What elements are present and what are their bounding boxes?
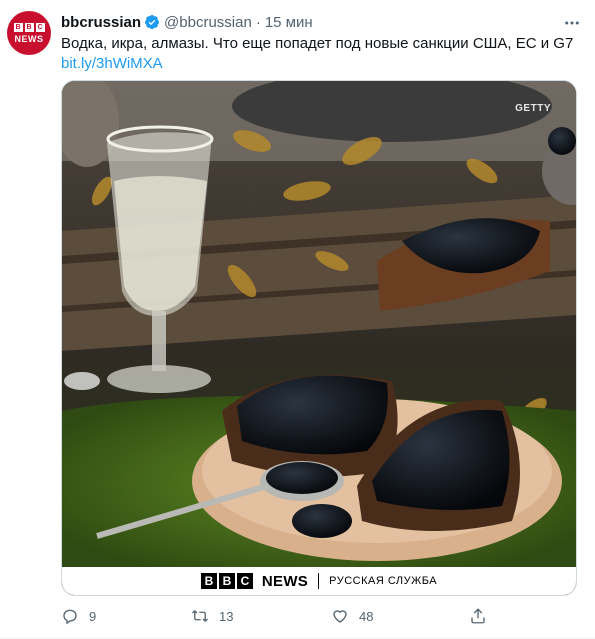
logo-letter: B	[24, 22, 34, 32]
banner-divider	[318, 573, 320, 589]
tweet-body: Водка, икра, алмазы. Что еще попадет под…	[61, 35, 574, 52]
like-button[interactable]: 48	[331, 607, 373, 625]
tweet-actions: 9 13 48	[61, 606, 501, 626]
reply-icon	[63, 609, 77, 625]
bbc-news-banner: B B C NEWS РУССКАЯ СЛУЖБА	[62, 567, 576, 595]
logo-news-word: NEWS	[14, 33, 44, 44]
share-icon	[471, 608, 485, 624]
heart-icon	[333, 610, 347, 623]
share-button[interactable]	[469, 607, 487, 625]
like-count: 48	[359, 608, 374, 624]
logo-letter: C	[236, 573, 253, 589]
logo-letter: B	[13, 22, 23, 32]
retweet-icon	[192, 610, 208, 622]
reply-button[interactable]: 9	[61, 607, 96, 625]
retweet-button[interactable]: 13	[191, 607, 233, 625]
verified-badge-icon	[145, 15, 160, 30]
retweet-count: 13	[219, 608, 234, 624]
banner-service-name: РУССКАЯ СЛУЖБА	[329, 575, 438, 587]
tweet-card[interactable]: B B C NEWS bbcrussian @bbcrussian · 15 м…	[0, 0, 595, 639]
tweet-timestamp[interactable]: 15 мин	[265, 14, 313, 31]
tweet-header: bbcrussian @bbcrussian · 15 мин	[61, 12, 313, 32]
author-name[interactable]: bbcrussian	[61, 14, 141, 31]
avatar[interactable]: B B C NEWS	[7, 11, 51, 55]
banner-news-word: NEWS	[261, 572, 309, 590]
logo-letter: C	[35, 22, 45, 32]
tweet-photo[interactable]: GETTY B B C NEWS РУССКАЯ СЛУЖБА	[61, 80, 577, 596]
separator-dot: ·	[255, 13, 261, 31]
photo-vodka-caviar	[62, 81, 576, 569]
tweet-text: Водка, икра, алмазы. Что еще попадет под…	[61, 34, 581, 74]
bbc-logo: B B C	[200, 573, 253, 589]
photo-credit: GETTY	[515, 103, 551, 114]
author-handle[interactable]: @bbcrussian	[164, 14, 252, 31]
reply-count: 9	[89, 608, 97, 624]
logo-letter: B	[200, 573, 217, 589]
tweet-link[interactable]: bit.ly/3hWiMXA	[61, 54, 581, 74]
more-options-icon[interactable]	[563, 14, 581, 32]
bbc-logo: B B C	[13, 22, 45, 32]
logo-letter: B	[218, 573, 235, 589]
